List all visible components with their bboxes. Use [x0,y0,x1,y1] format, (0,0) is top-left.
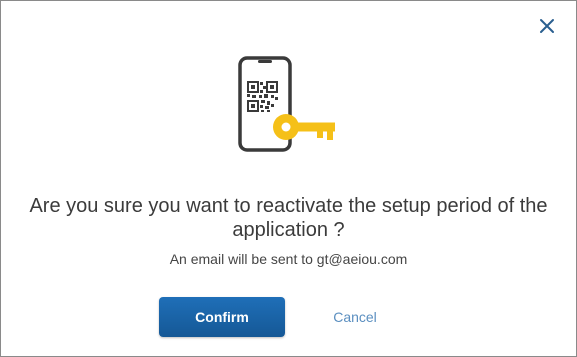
cancel-button[interactable]: Cancel [307,297,403,337]
close-button[interactable] [535,14,559,38]
close-icon [540,19,554,33]
dialog-title: Are you sure you want to reactivate the … [29,195,548,241]
phone-qr-key-icon [238,56,335,152]
reactivate-setup-dialog: Are you sure you want to reactivate the … [0,0,577,357]
dialog-message: An email will be sent to gt@aeiou.com [169,251,408,267]
confirm-button[interactable]: Confirm [159,297,285,337]
phone-qr-key-illustration [235,55,339,155]
